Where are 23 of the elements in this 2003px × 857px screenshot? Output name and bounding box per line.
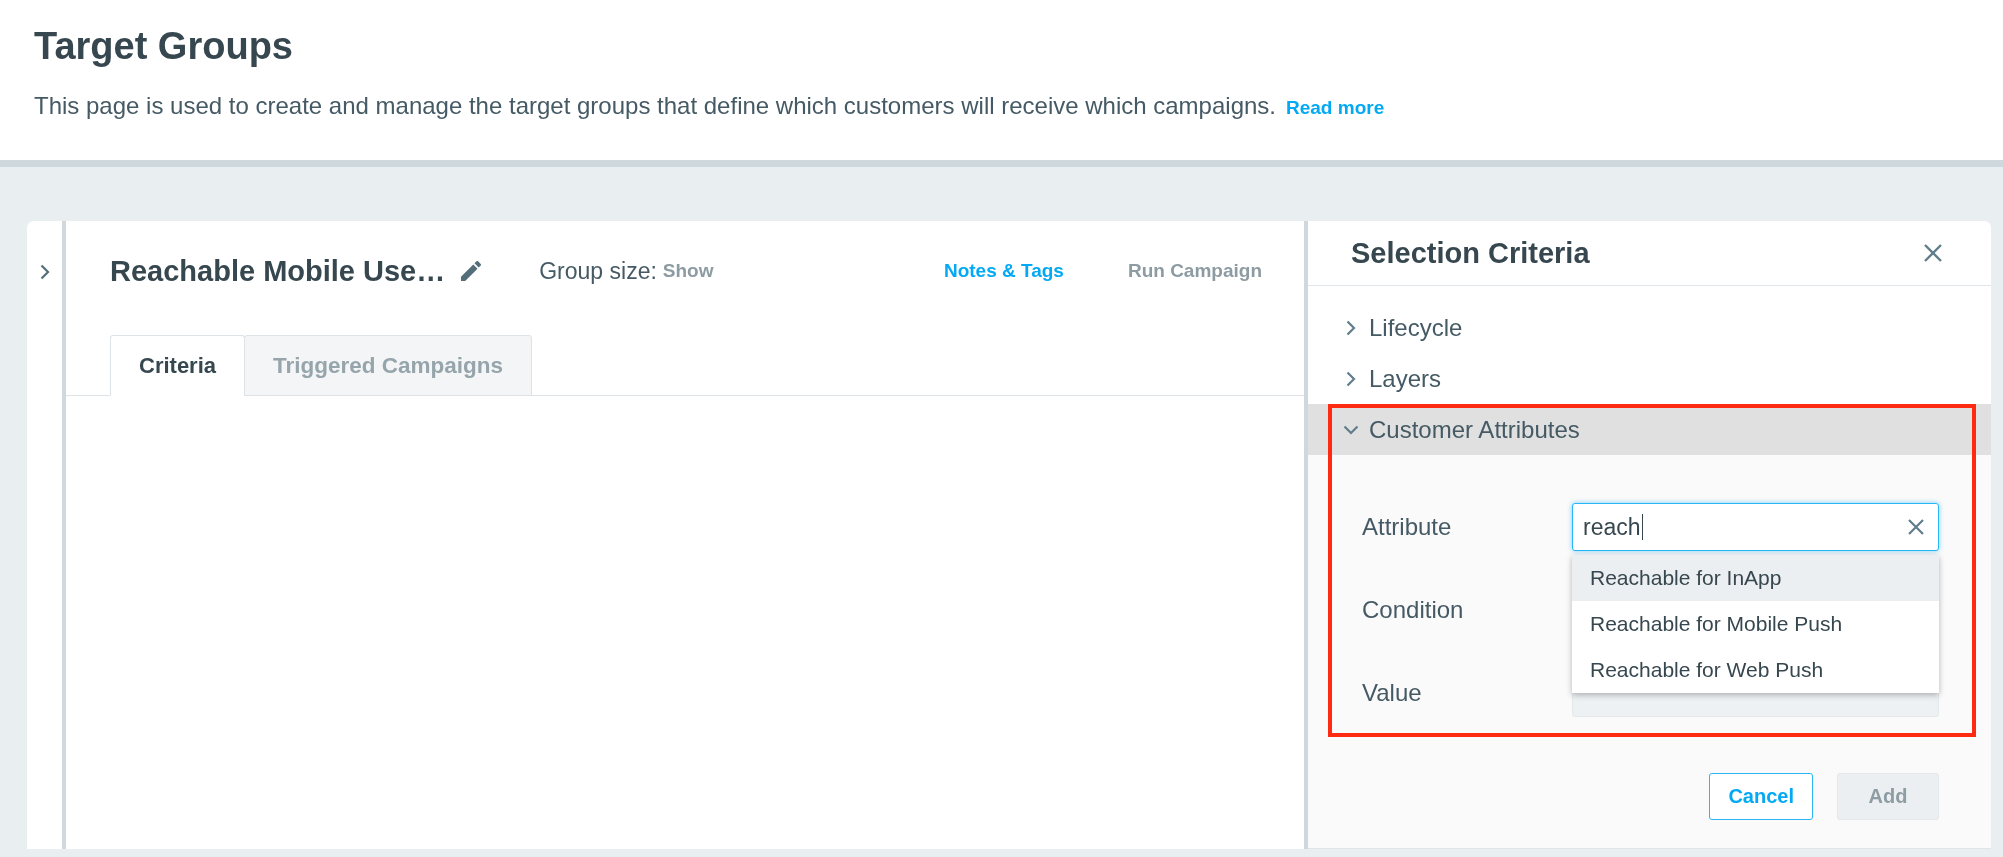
page-title: Target Groups — [34, 24, 293, 69]
panel-title: Selection Criteria — [1351, 236, 1590, 270]
category-row[interactable]: Customer Attributes — [1308, 404, 1991, 455]
suggestion-option[interactable]: Reachable for Web Push — [1572, 647, 1939, 693]
category-row[interactable]: Lifecycle — [1308, 302, 1991, 353]
tab[interactable]: Criteria — [110, 335, 246, 396]
group-title: Reachable Mobile Use… — [110, 254, 446, 288]
field-label: Attribute — [1362, 513, 1452, 541]
suggestion-option[interactable]: Reachable for Mobile Push — [1572, 601, 1939, 647]
category-row[interactable]: Layers — [1308, 353, 1991, 404]
chevron-down-icon[interactable] — [1343, 424, 1359, 435]
group-size-label: Group size: — [539, 257, 657, 285]
pencil-icon[interactable] — [461, 261, 482, 281]
page-description: This page is used to create and manage the target groups that define which customers will receive which campaigns. Read more — [34, 91, 1385, 121]
clear-icon[interactable] — [1908, 519, 1924, 535]
field-label: Value — [1362, 679, 1422, 707]
close-icon[interactable] — [1924, 244, 1942, 262]
suggestion-option[interactable]: Reachable for InApp — [1572, 555, 1939, 601]
chevron-right-icon[interactable] — [1346, 370, 1356, 387]
chevron-right-icon[interactable] — [39, 264, 50, 280]
input-field[interactable]: reach — [1572, 503, 1939, 551]
field-label: Condition — [1362, 596, 1464, 624]
chevron-right-icon[interactable] — [1346, 319, 1356, 336]
